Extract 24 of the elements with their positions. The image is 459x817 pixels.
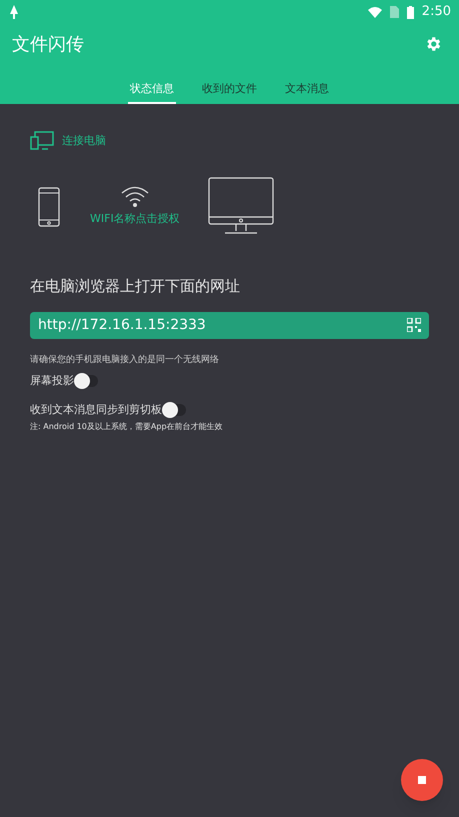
devices-icon: [30, 131, 54, 151]
battery-icon: [406, 6, 414, 18]
clock: 2:50: [422, 3, 451, 22]
wifi-icon: [368, 6, 382, 18]
instruction-heading: 在电脑浏览器上打开下面的网址: [30, 276, 241, 297]
footnote: 注: Android 10及以上系统，需要App在前台才能生效: [30, 421, 224, 433]
stop-button[interactable]: [401, 759, 443, 801]
url-field[interactable]: http://172.16.1.15:2333: [30, 312, 429, 338]
no-sim-icon: [390, 6, 399, 18]
qr-code-icon[interactable]: [407, 318, 421, 332]
tab[interactable]: 文本消息: [283, 64, 331, 104]
stop-icon: [418, 776, 426, 784]
app-title: 文件闪传: [12, 32, 85, 56]
network-note: 请确保您的手机跟电脑接入的是同一个无线网络: [30, 354, 220, 366]
connect-label: 连接电脑: [62, 132, 106, 149]
toggle-label: 屏幕投影: [30, 373, 74, 389]
toggle-switch[interactable]: [76, 375, 98, 388]
phone-icon: [38, 187, 60, 227]
wifi-signal-icon: [120, 184, 150, 206]
wifi-authorize-link[interactable]: WIFI名称点击授权: [90, 210, 180, 227]
toggle-switch[interactable]: [164, 404, 186, 416]
notification-icon: [8, 5, 20, 19]
toggle-label: 收到文本消息同步到剪切板: [30, 402, 162, 418]
tab[interactable]: 收到的文件: [200, 64, 259, 104]
